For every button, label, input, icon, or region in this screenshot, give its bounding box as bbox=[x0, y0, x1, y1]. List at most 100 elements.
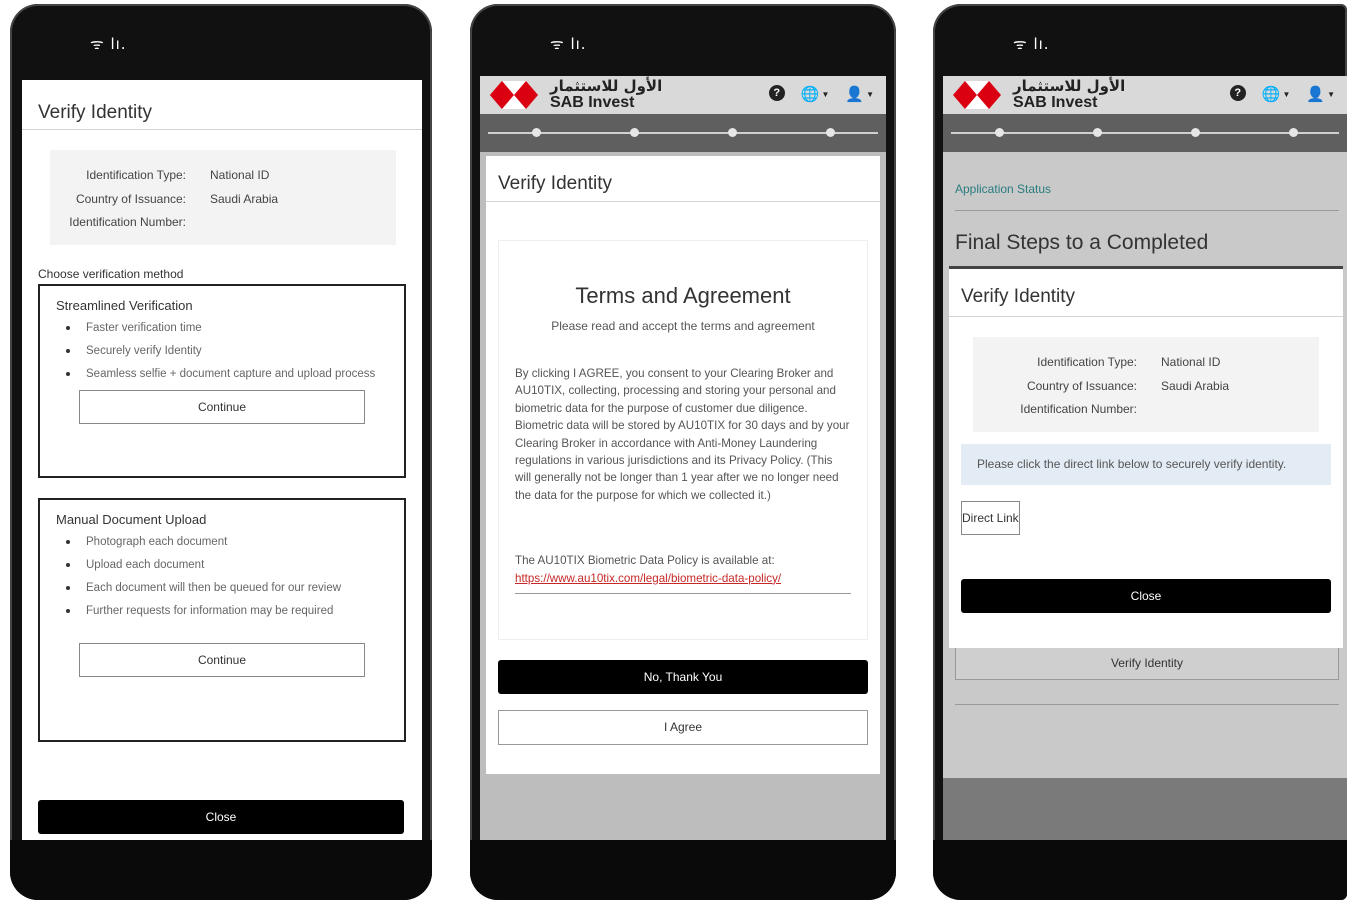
modal-title: Verify Identity bbox=[22, 80, 422, 130]
info-value: Saudi Arabia bbox=[1161, 378, 1230, 393]
decline-button[interactable]: No, Thank You bbox=[498, 660, 868, 694]
direct-link-button[interactable]: Direct Link bbox=[961, 500, 1020, 535]
list-item: Each document will then be queued for ou… bbox=[56, 580, 388, 596]
application-status-link[interactable]: Application Status bbox=[955, 182, 1339, 211]
phone-bottom-bezel bbox=[933, 840, 1347, 900]
brand-arabic: الأول للاستثمار bbox=[1013, 77, 1126, 95]
chevron-down-icon: ▼ bbox=[821, 89, 830, 99]
chevron-down-icon: ▼ bbox=[1282, 89, 1291, 99]
info-value: Saudi Arabia bbox=[210, 191, 279, 206]
identity-info-box: Identification Type: National ID Country… bbox=[973, 337, 1319, 432]
list-item: Further requests for information may be … bbox=[56, 603, 388, 619]
info-row: Identification Type: National ID bbox=[973, 351, 1319, 375]
user-icon: 👤 bbox=[845, 86, 865, 103]
user-menu[interactable]: 👤 ▼ bbox=[845, 85, 874, 103]
info-value bbox=[1161, 398, 1319, 422]
phone-frame-1: ᯤ lı. Verify Identity Identification Typ… bbox=[10, 4, 432, 900]
streamlined-continue-button[interactable]: Continue bbox=[79, 390, 365, 424]
background-verify-button: Verify Identity bbox=[955, 646, 1339, 680]
header-actions: ? 🌐 ▼ 👤 ▼ bbox=[1229, 85, 1335, 103]
info-label: Country of Issuance: bbox=[1026, 378, 1137, 393]
step-dot bbox=[630, 128, 639, 137]
verify-modal: Verify Identity Identification Type: Nat… bbox=[949, 266, 1343, 648]
option-title: Streamlined Verification bbox=[56, 298, 193, 313]
close-button[interactable]: Close bbox=[961, 578, 1331, 613]
info-label: Country of Issuance: bbox=[75, 191, 186, 206]
info-notice: Please click the direct link below to se… bbox=[961, 443, 1331, 485]
info-row: Identification Number: bbox=[973, 398, 1319, 422]
phone-frame-2: ᯤ lı. الأول للاستثمار SAB Invest ? 🌐 ▼ 👤 ▼ bbox=[470, 4, 896, 900]
phone-frame-3: ᯤ lı. الأول للاستثمار SAB Invest ? 🌐 ▼ 👤 ▼ bbox=[933, 4, 1347, 900]
modal-title: Verify Identity bbox=[949, 269, 1343, 317]
divider bbox=[955, 704, 1339, 705]
screen-3: الأول للاستثمار SAB Invest ? 🌐 ▼ 👤 ▼ Appli… bbox=[943, 76, 1347, 842]
info-value bbox=[210, 211, 396, 235]
list-item: Securely verify Identity bbox=[56, 343, 388, 359]
stepper-line bbox=[951, 132, 1339, 134]
policy-link[interactable]: https://www.au10tix.com/legal/biometric-… bbox=[515, 570, 851, 595]
list-item: Seamless selfie + document capture and u… bbox=[56, 366, 388, 382]
chevron-down-icon: ▼ bbox=[1327, 89, 1335, 99]
brand-english: SAB Invest bbox=[1013, 94, 1098, 111]
option-bullets: Photograph each document Upload each doc… bbox=[56, 534, 388, 619]
status-bar: ᯤ lı. bbox=[1013, 35, 1050, 53]
help-icon[interactable]: ? bbox=[1229, 85, 1246, 101]
step-dot bbox=[995, 128, 1004, 137]
status-bar: ᯤ lı. bbox=[90, 35, 127, 53]
info-row: Identification Number: bbox=[50, 211, 396, 235]
info-label: Identification Number: bbox=[1020, 402, 1137, 416]
choose-method-label: Choose verification method bbox=[38, 266, 184, 281]
info-label: Identification Type: bbox=[1037, 355, 1137, 369]
agree-button[interactable]: I Agree bbox=[498, 710, 868, 745]
chevron-down-icon: ▼ bbox=[866, 89, 874, 99]
screen-1: Verify Identity Identification Type: Nat… bbox=[22, 80, 422, 846]
terms-modal: Verify Identity Terms and Agreement Plea… bbox=[486, 156, 880, 774]
info-row: Identification Type: National ID bbox=[50, 164, 396, 188]
terms-title: Terms and Agreement bbox=[575, 283, 791, 308]
list-item: Photograph each document bbox=[56, 534, 388, 550]
terms-body: By clicking I AGREE, you consent to your… bbox=[515, 367, 850, 502]
app-header: الأول للاستثمار SAB Invest ? 🌐 ▼ 👤 ▼ bbox=[480, 76, 886, 114]
progress-stepper bbox=[943, 114, 1347, 152]
page-title: Final Steps to a Completed bbox=[955, 231, 1209, 254]
brand-arabic: الأول للاستثمار bbox=[550, 77, 663, 95]
step-dot bbox=[728, 128, 737, 137]
step-dot bbox=[1289, 128, 1298, 137]
phone-bottom-bezel bbox=[10, 840, 432, 900]
language-menu[interactable]: 🌐 ▼ bbox=[1262, 85, 1291, 103]
app-header: الأول للاستثمار SAB Invest ? 🌐 ▼ 👤 ▼ bbox=[943, 76, 1347, 114]
info-label: Identification Number: bbox=[69, 215, 186, 229]
help-icon[interactable]: ? bbox=[768, 85, 785, 101]
sab-logo-icon bbox=[490, 81, 538, 109]
user-menu[interactable]: 👤 ▼ bbox=[1306, 85, 1335, 103]
info-value: National ID bbox=[210, 168, 270, 182]
modal-title: Verify Identity bbox=[486, 156, 880, 202]
info-label: Identification Type: bbox=[86, 168, 186, 182]
manual-option-card: Manual Document Upload Photograph each d… bbox=[38, 498, 406, 742]
step-dot bbox=[1093, 128, 1102, 137]
step-dot bbox=[826, 128, 835, 137]
terms-box: Terms and Agreement Please read and acce… bbox=[498, 240, 868, 640]
phone-bottom-bezel bbox=[470, 840, 896, 900]
brand-english: SAB Invest bbox=[550, 94, 635, 111]
policy-text: The AU10TIX Biometric Data Policy is ava… bbox=[515, 554, 775, 568]
list-item: Upload each document bbox=[56, 557, 388, 573]
option-title: Manual Document Upload bbox=[56, 512, 207, 527]
language-menu[interactable]: 🌐 ▼ bbox=[801, 85, 830, 103]
info-value: National ID bbox=[1161, 355, 1221, 369]
header-actions: ? 🌐 ▼ 👤 ▼ bbox=[768, 85, 874, 103]
list-item: Faster verification time bbox=[56, 320, 388, 336]
step-dot bbox=[532, 128, 541, 137]
screen-2: الأول للاستثمار SAB Invest ? 🌐 ▼ 👤 ▼ Verif… bbox=[480, 76, 886, 842]
terms-subtitle: Please read and accept the terms and agr… bbox=[551, 319, 815, 333]
step-dot bbox=[1191, 128, 1200, 137]
identity-info-box: Identification Type: National ID Country… bbox=[50, 150, 396, 245]
info-row: Country of Issuance: Saudi Arabia bbox=[973, 375, 1319, 399]
globe-icon: 🌐 bbox=[800, 86, 820, 103]
option-bullets: Faster verification time Securely verify… bbox=[56, 320, 388, 382]
stepper-line bbox=[488, 132, 878, 134]
close-button[interactable]: Close bbox=[38, 800, 404, 834]
manual-continue-button[interactable]: Continue bbox=[79, 643, 365, 677]
progress-stepper bbox=[480, 114, 886, 152]
sab-logo-icon bbox=[953, 81, 1001, 109]
